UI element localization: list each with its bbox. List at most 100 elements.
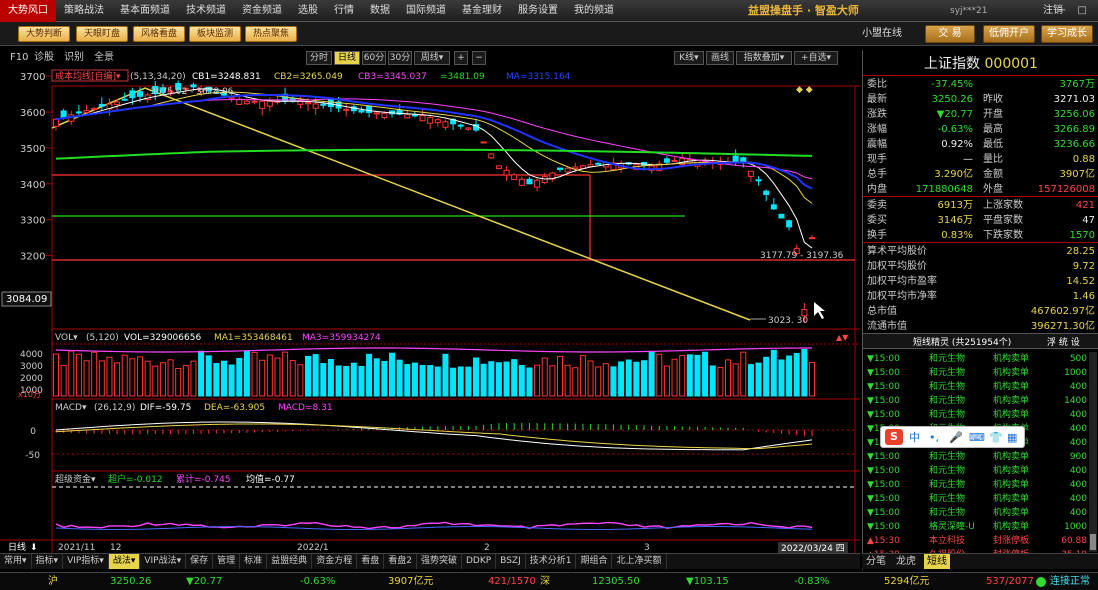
hot-focus-button[interactable]: 热点聚焦	[245, 26, 297, 42]
ime-mic-icon[interactable]: 🎤	[949, 430, 963, 446]
menu-item-4[interactable]: 资金频道	[234, 0, 290, 22]
menu-item-6[interactable]: 行情	[326, 0, 362, 22]
genie-actions[interactable]: 浮 统 设	[1047, 335, 1080, 348]
trade-button[interactable]: 交 易	[925, 25, 975, 43]
stat-label: 流通市值	[867, 321, 907, 332]
indicator-tab-5[interactable]: 保存	[186, 554, 214, 569]
menu-item-2[interactable]: 基本面频道	[112, 0, 178, 22]
indicator-tab-7[interactable]: 标准	[240, 554, 268, 569]
genie-row[interactable]: ▼15:00 和元生物 机构卖单 400	[863, 464, 1087, 478]
indicator-tab-16[interactable]: 期组合	[576, 554, 613, 569]
ime-punct-toggle[interactable]: •,	[929, 430, 939, 446]
menu-item-9[interactable]: 基金理财	[454, 0, 510, 22]
menu-item-5[interactable]: 选股	[290, 0, 326, 22]
menu-item-8[interactable]: 国际频道	[398, 0, 454, 22]
indicator-tab-10[interactable]: 看盘	[357, 554, 385, 569]
main-indicator-name[interactable]: 成本均线[自编]▾	[55, 70, 121, 82]
vol-indicator-name[interactable]: VOL▾	[55, 333, 78, 343]
ime-chinese-toggle[interactable]: 中	[909, 430, 920, 446]
volume-bar	[98, 360, 105, 397]
macd-indicator-name[interactable]: MACD▾	[55, 403, 87, 413]
indicator-tab-1[interactable]: 指标▾	[32, 554, 64, 569]
period-intraday[interactable]: 分时	[306, 51, 332, 65]
ime-skin-icon[interactable]: 👕	[989, 430, 1003, 446]
genie-row[interactable]: ▼15:00 和元生物 机构卖单 1400	[863, 394, 1087, 408]
zoom-in-button[interactable]: +	[454, 51, 468, 65]
macd-axis-neg50: -50	[25, 451, 40, 461]
volume-bar	[144, 360, 151, 397]
indicator-tab-6[interactable]: 管理	[213, 554, 241, 569]
genie-row[interactable]: ▼15:00 和元生物 机构卖单 400	[863, 506, 1087, 520]
recognize-link[interactable]: 识别	[64, 51, 84, 65]
period-weekly[interactable]: 周线▾	[414, 51, 450, 65]
genie-row[interactable]: ▼15:00 和元生物 机构卖单 400	[863, 478, 1087, 492]
indicator-tab-4[interactable]: VIP战法▾	[140, 554, 187, 569]
assistant-online[interactable]: 小盟在线	[862, 26, 902, 42]
indicator-tab-11[interactable]: 看盘2	[384, 554, 417, 569]
macd-dif: DIF=-59.75	[140, 403, 191, 413]
menu-item-3[interactable]: 技术频道	[178, 0, 234, 22]
watchlist-dropdown[interactable]: +自选▾	[794, 51, 838, 65]
period-30min[interactable]: 30分	[388, 51, 412, 65]
indicator-tab-12[interactable]: 强势突破	[417, 554, 462, 569]
genie-scrollbar[interactable]	[1089, 352, 1097, 552]
f10-link[interactable]: F10	[10, 51, 28, 65]
high-annotation: 3675.02 - 3678.06	[150, 87, 234, 97]
panorama-link[interactable]: 全景	[94, 51, 114, 65]
indicator-tab-15[interactable]: 技术分析1	[526, 554, 577, 569]
indicator-tab-9[interactable]: 资金方程	[312, 554, 358, 569]
menu-item-7[interactable]: 数据	[362, 0, 398, 22]
tab-short-term[interactable]: 短线	[924, 554, 950, 569]
current-price-label: 3084.09	[6, 294, 47, 305]
genie-row[interactable]: ▼15:00 格灵深瞳-U 机构卖单 1000	[863, 520, 1087, 534]
zoom-out-button[interactable]: −	[472, 51, 486, 65]
style-view-button[interactable]: 风格看盘	[133, 26, 185, 42]
app-brand-title: 益盟操盘手 · 智盈大师	[748, 4, 859, 17]
username[interactable]: syj***21	[950, 0, 987, 22]
indicator-tab-3[interactable]: 战法▾	[108, 554, 141, 569]
menu-item-10[interactable]: 服务设置	[510, 0, 566, 22]
ime-toolbar[interactable]: S 中 •, 🎤 ⌨ 👕 ▦	[880, 426, 1025, 448]
kline-dropdown[interactable]: K线▾	[674, 51, 704, 65]
genie-row[interactable]: ▼15:00 和元生物 机构卖单 500	[863, 352, 1087, 366]
sky-eye-button[interactable]: 天眼盯盘	[76, 26, 128, 42]
volume-bar	[755, 362, 762, 397]
index-overlay-dropdown[interactable]: 指数叠加▾	[736, 51, 792, 65]
indicator-tab-2[interactable]: VIP指标▾	[63, 554, 109, 569]
candle-body	[663, 158, 670, 163]
kline-chart[interactable]: 成本均线[自编]▾ (5,13,34,20) CB1=3248.831 CB2=…	[0, 66, 860, 553]
quote-value: ▼20.77	[936, 109, 973, 120]
genie-row[interactable]: ▼15:00 和元生物 机构卖单 400	[863, 408, 1087, 422]
genie-row[interactable]: ▼15:00 和元生物 机构卖单 400	[863, 492, 1087, 506]
indicator-tab-8[interactable]: 益盟经典	[267, 554, 313, 569]
tab-dragon-tiger[interactable]: 龙虎	[896, 554, 916, 569]
top-menu-bar: 大势风口 策略战法 基本面频道 技术频道 资金频道 选股 行情 数据 国际频道 基金理财 服务设置我…	[0, 0, 1098, 22]
volume-bar	[213, 363, 220, 397]
market-trend-button[interactable]: 大势判断	[18, 26, 70, 42]
ime-logo[interactable]: S	[885, 429, 903, 445]
menu-item-11[interactable]: 我的频道	[566, 0, 622, 22]
volume-bar	[327, 359, 334, 397]
indicator-tab-14[interactable]: BSZJ	[496, 554, 526, 569]
learn-button[interactable]: 学习成长	[1041, 25, 1093, 43]
super-fund-name[interactable]: 超级资金▾	[55, 473, 96, 485]
draw-line-button[interactable]: 画线	[706, 51, 734, 65]
indicator-tab-17[interactable]: 北上净买额	[612, 554, 667, 569]
menu-item-0[interactable]: 大势风口	[0, 0, 56, 22]
ime-toolbox-icon[interactable]: ▦	[1007, 430, 1017, 446]
diagnose-link[interactable]: 诊股	[34, 51, 54, 65]
volume-bar	[480, 363, 487, 397]
period-daily[interactable]: 日线	[334, 51, 360, 65]
genie-row[interactable]: ▼15:00 和元生物 机构卖单 900	[863, 450, 1087, 464]
sector-monitor-button[interactable]: 板块监测	[189, 26, 241, 42]
genie-row[interactable]: ▼15:00 和元生物 机构卖单 400	[863, 380, 1087, 394]
tab-ticks[interactable]: 分笔	[866, 554, 886, 569]
indicator-tab-13[interactable]: DDKP	[462, 554, 497, 569]
genie-row[interactable]: ▲15:30 本立科技 封涨停板 60.88	[863, 534, 1087, 548]
genie-row[interactable]: ▼15:00 和元生物 机构卖单 1000	[863, 366, 1087, 380]
open-account-button[interactable]: 低佣开户	[983, 25, 1035, 43]
period-60min[interactable]: 60分	[362, 51, 386, 65]
indicator-tab-0[interactable]: 常用▾	[0, 554, 32, 569]
ime-keyboard-icon[interactable]: ⌨	[969, 430, 985, 446]
menu-item-1[interactable]: 策略战法	[56, 0, 112, 22]
